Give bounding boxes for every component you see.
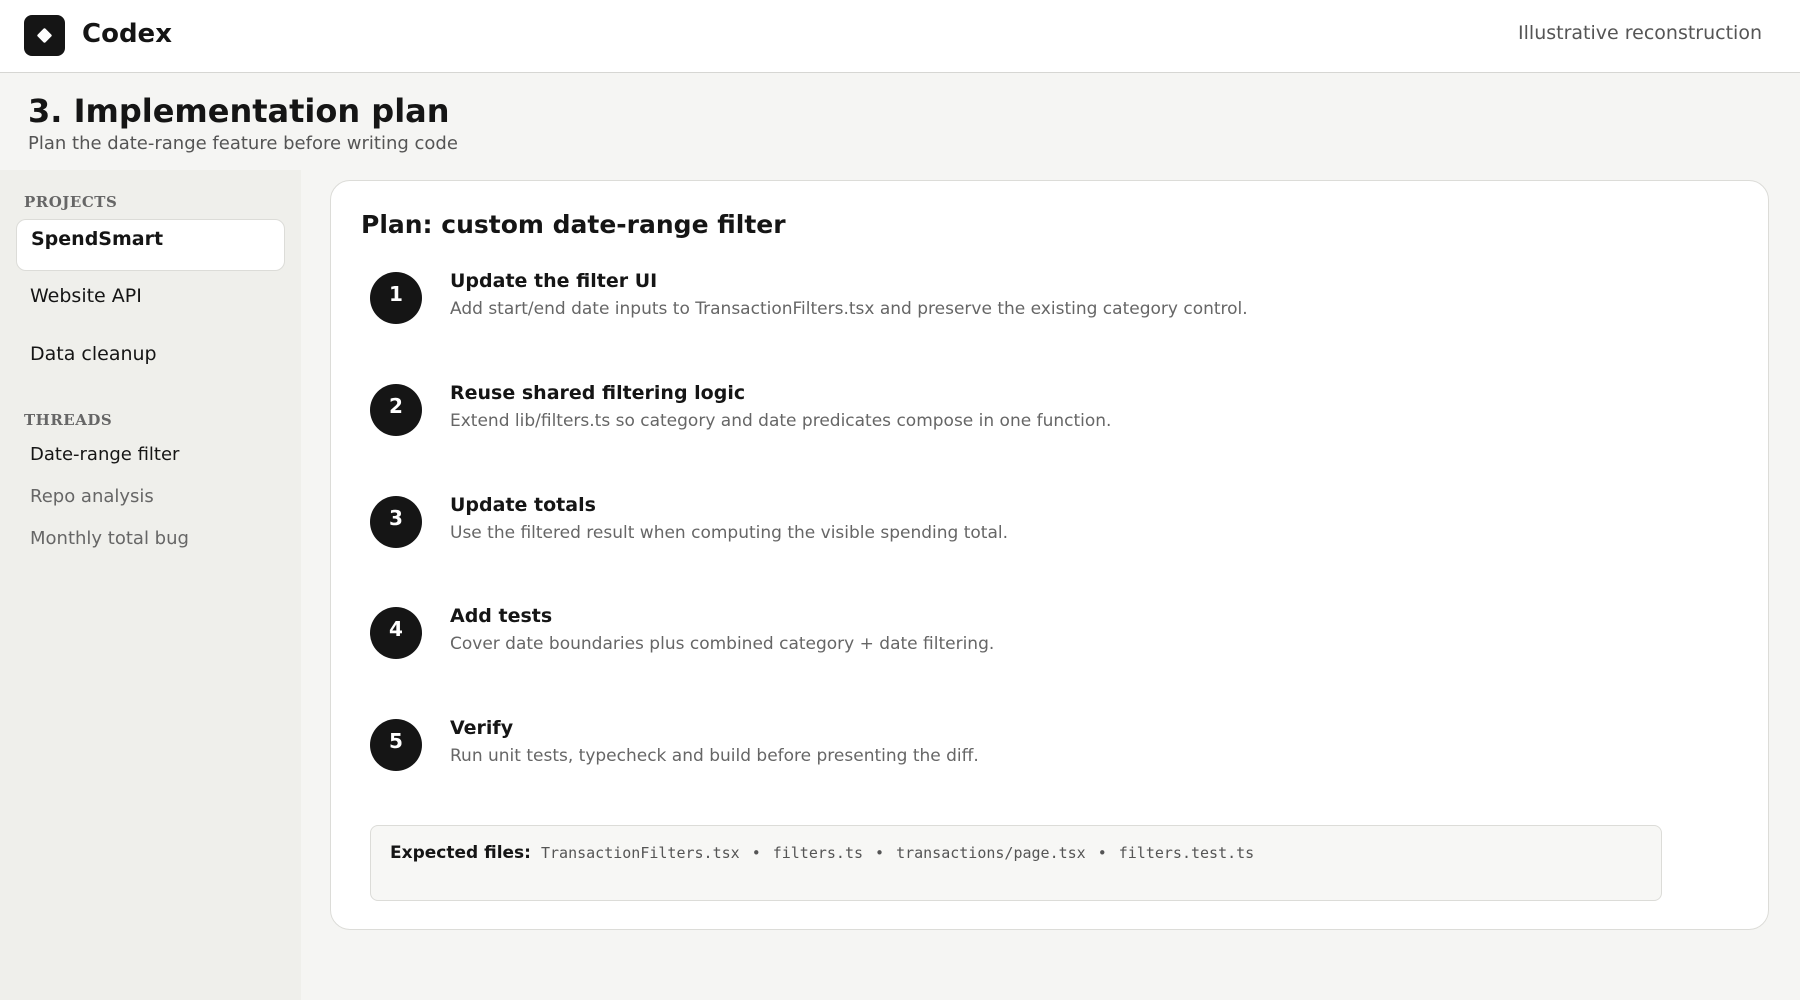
- sidebar-item-label: SpendSmart: [31, 228, 164, 250]
- step-number-badge: 4: [370, 607, 422, 659]
- thread-item-repo-analysis[interactable]: Repo analysis: [30, 486, 154, 507]
- sidebar-item-website-api[interactable]: Website API: [16, 277, 285, 329]
- file-separator: •: [1097, 844, 1107, 862]
- file-separator: •: [751, 844, 761, 862]
- step-number-badge: 3: [370, 496, 422, 548]
- step-title: Reuse shared filtering logic: [450, 382, 746, 404]
- sidebar-item-label: Website API: [30, 285, 142, 307]
- sidebar: PROJECTS SpendSmart Website API Data cle…: [0, 170, 301, 1000]
- expected-files-box: Expected files: TransactionFilters.tsx • f…: [370, 825, 1662, 901]
- projects-section-label: PROJECTS: [24, 193, 118, 211]
- plan-step: 1 Update the filter UI Add start/end dat…: [370, 270, 1670, 332]
- file-name: TransactionFilters.tsx: [541, 844, 740, 862]
- step-number-badge: 5: [370, 719, 422, 771]
- page-subtitle: Plan the date-range feature before writi…: [28, 133, 458, 154]
- diamond-icon: [36, 27, 53, 44]
- step-title: Update totals: [450, 494, 596, 516]
- app-logo[interactable]: [24, 15, 65, 56]
- plan-title: Plan: custom date-range filter: [361, 210, 786, 239]
- step-title: Verify: [450, 717, 514, 739]
- file-name: filters.ts: [772, 844, 864, 862]
- file-separator: •: [875, 844, 885, 862]
- thread-item-monthly-total-bug[interactable]: Monthly total bug: [30, 528, 189, 549]
- file-name: transactions/page.tsx: [896, 844, 1086, 862]
- sidebar-item-label: Data cleanup: [30, 343, 157, 365]
- reconstruction-note: Illustrative reconstruction: [1518, 22, 1762, 44]
- sidebar-item-data-cleanup[interactable]: Data cleanup: [16, 335, 285, 387]
- step-number-badge: 2: [370, 384, 422, 436]
- step-title: Update the filter UI: [450, 270, 658, 292]
- step-number-badge: 1: [370, 272, 422, 324]
- step-title: Add tests: [450, 605, 553, 627]
- expected-files-label: Expected files:: [390, 843, 531, 863]
- sidebar-item-spendsmart[interactable]: SpendSmart: [16, 219, 285, 271]
- step-description: Cover date boundaries plus combined cate…: [450, 634, 995, 654]
- page-title: 3. Implementation plan: [28, 92, 450, 130]
- plan-step: 3 Update totals Use the filtered result …: [370, 494, 1670, 556]
- plan-step: 4 Add tests Cover date boundaries plus c…: [370, 605, 1670, 667]
- plan-step: 5 Verify Run unit tests, typecheck and b…: [370, 717, 1670, 779]
- expected-files-list: TransactionFilters.tsx • filters.ts • transa…: [541, 844, 1254, 862]
- plan-step: 2 Reuse shared filtering logic Extend li…: [370, 382, 1670, 444]
- file-name: filters.test.ts: [1118, 844, 1255, 862]
- thread-item-date-range-filter[interactable]: Date-range filter: [30, 444, 179, 465]
- top-bar: Codex Illustrative reconstruction: [0, 0, 1800, 73]
- step-description: Extend lib/filters.ts so category and da…: [450, 411, 1112, 431]
- step-description: Add start/end date inputs to Transaction…: [450, 299, 1248, 319]
- threads-section-label: THREADS: [24, 411, 113, 429]
- app-name: Codex: [82, 19, 172, 49]
- plan-card: Plan: custom date-range filter 1 Update …: [330, 180, 1769, 930]
- step-description: Run unit tests, typecheck and build befo…: [450, 746, 979, 766]
- step-description: Use the filtered result when computing t…: [450, 523, 1009, 543]
